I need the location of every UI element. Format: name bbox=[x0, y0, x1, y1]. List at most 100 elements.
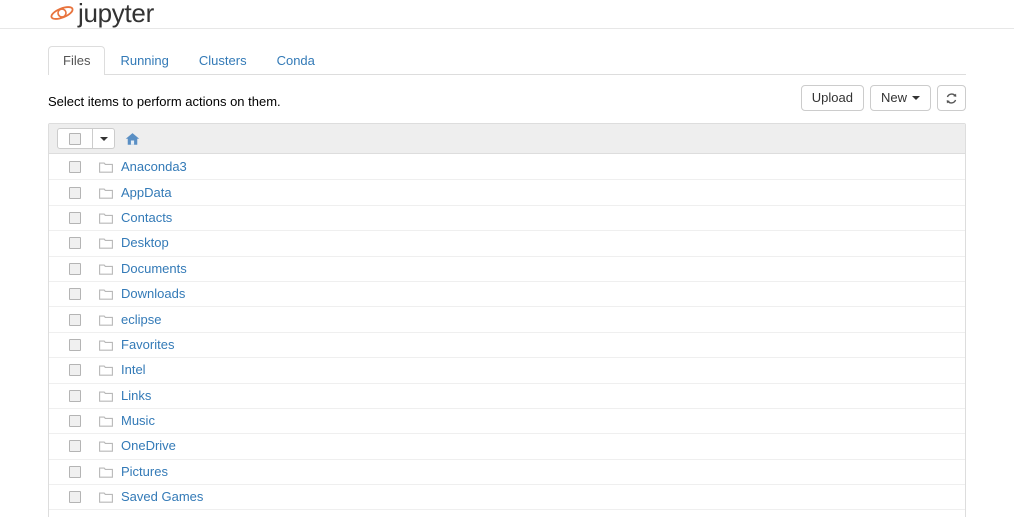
file-link[interactable]: Desktop bbox=[121, 235, 169, 251]
select-all-group bbox=[57, 128, 115, 149]
folder-icon bbox=[99, 314, 119, 326]
folder-icon bbox=[99, 415, 119, 427]
file-link[interactable]: Favorites bbox=[121, 337, 174, 353]
refresh-icon bbox=[945, 92, 958, 105]
table-row[interactable]: Music bbox=[49, 407, 965, 433]
row-checkbox-cell bbox=[57, 389, 93, 402]
file-rows: Anaconda3 AppData Contacts Desktop Docum bbox=[49, 154, 965, 517]
folder-icon bbox=[99, 466, 119, 478]
row-checkbox[interactable] bbox=[69, 338, 81, 351]
row-checkbox-cell bbox=[57, 465, 93, 478]
folder-icon bbox=[99, 187, 119, 199]
row-checkbox-cell bbox=[57, 262, 93, 275]
row-checkbox[interactable] bbox=[69, 186, 81, 199]
folder-icon bbox=[99, 440, 119, 453]
select-all-dropdown-button[interactable] bbox=[93, 128, 115, 149]
row-checkbox-cell bbox=[57, 440, 93, 453]
folder-icon bbox=[99, 161, 119, 173]
refresh-button[interactable] bbox=[937, 85, 966, 111]
row-checkbox[interactable] bbox=[69, 262, 81, 275]
table-row[interactable]: Intel bbox=[49, 357, 965, 382]
row-checkbox-cell bbox=[57, 364, 93, 377]
tab-running[interactable]: Running bbox=[105, 46, 183, 75]
home-icon bbox=[125, 132, 140, 146]
row-checkbox[interactable] bbox=[69, 440, 81, 453]
jupyter-brand-link[interactable]: jupyter bbox=[48, 0, 154, 28]
folder-icon bbox=[99, 390, 119, 402]
chevron-down-icon bbox=[99, 136, 108, 141]
tab-conda[interactable]: Conda bbox=[262, 46, 330, 75]
file-link[interactable]: Links bbox=[121, 388, 151, 404]
jupyter-planet-icon bbox=[48, 0, 78, 26]
table-row[interactable]: Pictures bbox=[49, 458, 965, 484]
page-body: Files Running Clusters Conda Select item… bbox=[0, 45, 1014, 517]
folder-icon bbox=[99, 288, 119, 300]
tab-clusters[interactable]: Clusters bbox=[184, 46, 262, 75]
row-checkbox[interactable] bbox=[69, 389, 81, 402]
row-checkbox[interactable] bbox=[69, 237, 81, 250]
folder-icon bbox=[99, 263, 119, 275]
main-tabs: Files Running Clusters Conda bbox=[48, 45, 966, 75]
row-checkbox-cell bbox=[57, 288, 93, 301]
file-link[interactable]: Music bbox=[121, 413, 155, 429]
table-row[interactable]: AppData bbox=[49, 179, 965, 204]
row-checkbox-cell bbox=[57, 491, 93, 504]
brand-title: jupyter bbox=[78, 0, 154, 28]
file-link[interactable]: Pictures bbox=[121, 464, 168, 480]
row-checkbox[interactable] bbox=[69, 465, 81, 478]
folder-icon bbox=[99, 212, 119, 224]
row-checkbox[interactable] bbox=[69, 288, 81, 301]
file-link[interactable]: OneDrive bbox=[121, 438, 176, 454]
table-row[interactable]: Saved Games bbox=[49, 484, 965, 509]
chevron-down-icon bbox=[912, 96, 920, 100]
action-bar: Select items to perform actions on them.… bbox=[48, 85, 966, 119]
table-row[interactable]: Anaconda3 bbox=[49, 154, 965, 179]
select-all-checkbox[interactable] bbox=[69, 132, 81, 145]
file-link[interactable]: Documents bbox=[121, 261, 187, 277]
row-checkbox[interactable] bbox=[69, 364, 81, 377]
row-checkbox-cell bbox=[57, 313, 93, 326]
table-row[interactable]: Contacts bbox=[49, 204, 965, 230]
action-bar-buttons: Upload New bbox=[795, 85, 966, 111]
table-row[interactable]: Documents bbox=[49, 255, 965, 281]
folder-icon bbox=[99, 237, 119, 250]
folder-icon bbox=[99, 339, 119, 351]
file-list-toolbar bbox=[49, 124, 965, 154]
selection-hint-text: Select items to perform actions on them. bbox=[48, 94, 281, 109]
site-header: jupyter bbox=[0, 0, 1014, 29]
file-link[interactable]: Contacts bbox=[121, 210, 172, 226]
row-checkbox-cell bbox=[57, 186, 93, 199]
new-dropdown-button[interactable]: New bbox=[869, 85, 931, 111]
folder-icon bbox=[99, 364, 119, 377]
table-row[interactable]: Downloads bbox=[49, 280, 965, 306]
row-checkbox[interactable] bbox=[69, 313, 81, 326]
row-checkbox[interactable] bbox=[69, 211, 81, 224]
new-button-label: New bbox=[880, 90, 907, 105]
select-all-button[interactable] bbox=[57, 128, 93, 149]
table-row[interactable]: Desktop bbox=[49, 230, 965, 255]
table-row[interactable]: Searches bbox=[49, 509, 965, 517]
row-checkbox-cell bbox=[57, 160, 93, 173]
file-link[interactable]: Saved Games bbox=[121, 489, 203, 505]
row-checkbox[interactable] bbox=[69, 491, 81, 504]
table-row[interactable]: Links bbox=[49, 382, 965, 408]
tab-files[interactable]: Files bbox=[48, 46, 106, 75]
upload-button[interactable]: Upload bbox=[800, 85, 864, 111]
table-row[interactable]: eclipse bbox=[49, 306, 965, 331]
file-link[interactable]: Downloads bbox=[121, 286, 185, 302]
file-link[interactable]: eclipse bbox=[121, 312, 161, 328]
folder-icon bbox=[99, 491, 119, 504]
file-list-panel: Anaconda3 AppData Contacts Desktop Docum bbox=[48, 123, 966, 517]
table-row[interactable]: OneDrive bbox=[49, 433, 965, 458]
row-checkbox-cell bbox=[57, 415, 93, 428]
file-link[interactable]: Intel bbox=[121, 362, 146, 378]
table-row[interactable]: Favorites bbox=[49, 331, 965, 357]
file-link[interactable]: Anaconda3 bbox=[121, 159, 187, 175]
row-checkbox-cell bbox=[57, 211, 93, 224]
row-checkbox[interactable] bbox=[69, 160, 81, 173]
file-link[interactable]: AppData bbox=[121, 185, 172, 201]
breadcrumb-home-link[interactable] bbox=[125, 132, 140, 146]
row-checkbox-cell bbox=[57, 338, 93, 351]
row-checkbox[interactable] bbox=[69, 415, 81, 428]
row-checkbox-cell bbox=[57, 237, 93, 250]
